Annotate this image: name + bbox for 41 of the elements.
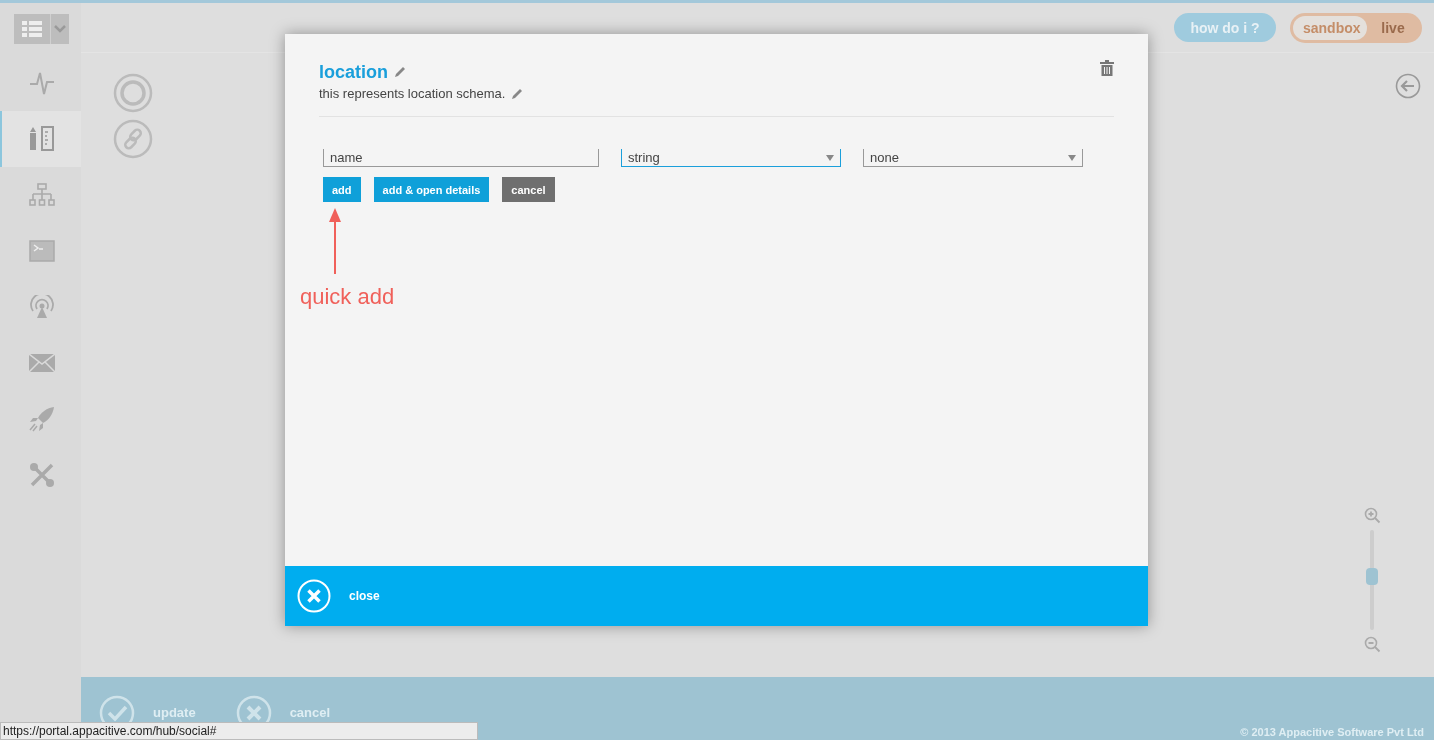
trash-icon[interactable] xyxy=(1100,60,1114,76)
form-button[interactable]: cancel xyxy=(502,177,555,202)
form-button[interactable]: add & open details xyxy=(373,177,490,202)
annotation-text: quick add xyxy=(300,284,395,310)
zoom-in-icon[interactable] xyxy=(1363,507,1381,524)
pencil-list-icon xyxy=(28,126,55,152)
link-icon[interactable] xyxy=(113,119,153,159)
circle-tool-icon[interactable] xyxy=(113,73,153,113)
type-select[interactable]: none xyxy=(863,149,1083,167)
terminal-icon xyxy=(28,240,55,262)
pencil-icon[interactable] xyxy=(394,66,406,78)
environment-option[interactable]: sandbox xyxy=(1293,15,1367,40)
mail-icon xyxy=(28,354,55,372)
action-label[interactable]: update xyxy=(153,705,196,720)
menu-button[interactable] xyxy=(14,14,69,44)
caret-icon xyxy=(54,25,66,33)
name-field[interactable]: name xyxy=(323,149,599,167)
schema-description: this represents location schema. xyxy=(319,85,506,103)
url-tooltip: https://portal.appacitive.com/hub/social# xyxy=(0,722,478,740)
zoom-out-icon[interactable] xyxy=(1363,636,1381,653)
zoom-slider-thumb[interactable] xyxy=(1366,568,1378,585)
sidebar-item[interactable] xyxy=(0,111,81,167)
tools-icon xyxy=(28,462,55,488)
action-label[interactable]: cancel xyxy=(289,705,331,720)
close-button[interactable]: close xyxy=(297,579,380,613)
schema-title: location xyxy=(319,61,388,84)
form-button[interactable]: add xyxy=(323,177,361,202)
dropdown-caret-icon xyxy=(1068,154,1076,161)
pulse-icon xyxy=(28,70,55,96)
copyright-text: © 2013 Appacitive Software Pvt Ltd xyxy=(1240,726,1424,738)
type-select[interactable]: string xyxy=(621,149,841,167)
close-icon xyxy=(297,579,331,613)
antenna-icon xyxy=(28,295,55,319)
help-button[interactable]: how do i ? xyxy=(1174,13,1276,42)
annotation-arrow xyxy=(329,208,341,274)
pencil-icon[interactable] xyxy=(511,88,524,100)
environment-option[interactable]: live xyxy=(1367,15,1419,40)
rocket-icon xyxy=(28,406,55,432)
hierarchy-icon xyxy=(28,183,55,207)
list-icon xyxy=(22,21,42,37)
dropdown-caret-icon xyxy=(826,154,834,161)
